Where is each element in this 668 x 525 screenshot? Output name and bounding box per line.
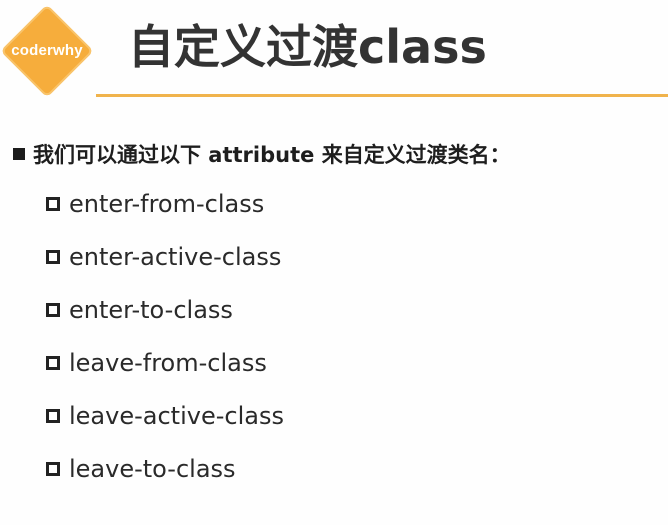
slide: coderwhy 自定义过渡class 我们可以通过以下 attribute 来… [0, 0, 668, 525]
hollow-square-bullet-icon [46, 462, 60, 476]
hollow-square-bullet-icon [46, 356, 60, 370]
list-item-label: enter-from-class [69, 190, 265, 218]
list-item: leave-to-class [46, 453, 284, 506]
hollow-square-bullet-icon [46, 250, 60, 264]
logo: coderwhy [0, 4, 96, 98]
list-item: leave-active-class [46, 400, 284, 453]
hollow-square-bullet-icon [46, 303, 60, 317]
list-item-label: leave-active-class [69, 402, 284, 430]
title-divider [96, 94, 668, 97]
attribute-list: enter-from-class enter-active-class ente… [46, 188, 284, 506]
list-item: leave-from-class [46, 347, 284, 400]
main-bullet-point: 我们可以通过以下 attribute 来自定义过渡类名： [13, 139, 511, 169]
list-item-label: leave-to-class [69, 455, 236, 483]
list-item: enter-from-class [46, 188, 284, 241]
filled-square-bullet-icon [13, 148, 25, 160]
list-item: enter-active-class [46, 241, 284, 294]
list-item: enter-to-class [46, 294, 284, 347]
list-item-label: leave-from-class [69, 349, 267, 377]
hollow-square-bullet-icon [46, 409, 60, 423]
main-bullet-text: 我们可以通过以下 attribute 来自定义过渡类名： [33, 143, 511, 167]
logo-text: coderwhy [11, 42, 83, 59]
list-item-label: enter-active-class [69, 243, 282, 271]
page-title: 自定义过渡class [128, 20, 487, 74]
list-item-label: enter-to-class [69, 296, 233, 324]
hollow-square-bullet-icon [46, 197, 60, 211]
